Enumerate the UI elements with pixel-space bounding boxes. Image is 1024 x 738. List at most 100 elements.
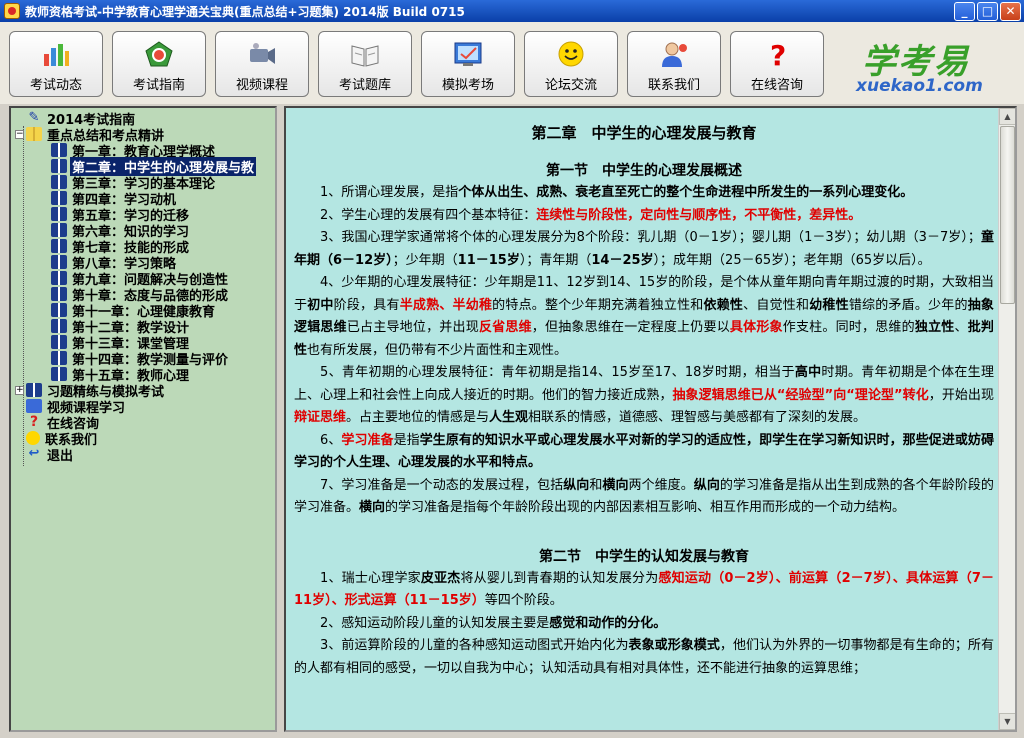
toolbar: 考试动态 考试指南 视频课程 考试题库 模拟考场 论坛交流 联系我们 ? 在线咨… [0, 22, 1024, 104]
text-run: 也有所发展，但仍带有不少片面性和主观性。 [307, 342, 568, 358]
text-run: 将从婴儿到青春期的认知发展分为 [460, 570, 659, 586]
video-icon [26, 399, 42, 413]
scroll-down-arrow[interactable]: ▼ [999, 713, 1015, 730]
text-run: 7、学习准备是一个动态的发展过程，包括 [320, 477, 564, 493]
text-run: ；少年期（ [392, 252, 458, 268]
highlight-text: 抽象逻辑思维已从“经验型”向“理论型”转化 [672, 387, 929, 403]
open-book-icon [348, 38, 382, 70]
toolbar-button-forum[interactable]: 论坛交流 [524, 31, 618, 97]
document-body: 第二章 中学生的心理发展与教育 第一节 中学生的心理发展概述 1、所谓心理发展，是… [294, 116, 994, 680]
toolbar-button-video-course[interactable]: 视频课程 [215, 31, 309, 97]
toolbar-label: 模拟考场 [441, 78, 494, 93]
bold-text: 依赖性 [703, 297, 744, 313]
text-run: 是指 [393, 432, 420, 448]
bold-text: 人生观 [489, 410, 529, 425]
book-icon [51, 143, 67, 157]
toolbar-label: 考试动态 [29, 78, 82, 93]
text-run: 6、 [320, 432, 342, 448]
tree-expander[interactable]: − [15, 129, 24, 139]
book-icon [51, 159, 67, 173]
text-run: 2、感知运动阶段儿童的认知发展主要是 [320, 615, 550, 631]
toolbar-label: 联系我们 [647, 78, 700, 93]
exit-icon: ↩ [28, 446, 40, 461]
bold-text: 幼稚性 [809, 297, 849, 313]
toolbar-label: 在线咨询 [750, 78, 803, 93]
toolbar-button-question-bank[interactable]: 考试题库 [318, 31, 412, 97]
book-icon [51, 255, 67, 269]
chapter-title: 第二章 中学生的心理发展与教育 [531, 124, 757, 142]
paragraph: 5、青年初期的心理发展特征：青年初期是指14、15岁至17、18岁时期，相当于高… [294, 362, 994, 430]
bold-text: 14－25岁 [591, 252, 654, 268]
compass-icon [142, 38, 176, 70]
text-run: 3、我国心理学家通常将个体的心理发展分为8个阶段：乳儿期（0－1岁）；婴儿期（1… [320, 230, 981, 245]
toolbar-label: 论坛交流 [544, 78, 597, 93]
highlight-text: 半成熟、半幼稚 [399, 297, 493, 313]
vertical-scrollbar[interactable]: ▲ ▼ [998, 108, 1015, 730]
text-run: 3、前运算阶段的儿童的各种感知运动图式开始内化为 [320, 638, 629, 653]
bold-text: 横向 [359, 500, 386, 515]
text-run: ，但抽象思维在一定程度上仍要以 [531, 320, 730, 335]
bold-text: 纵向 [563, 477, 590, 493]
app-icon [4, 3, 20, 19]
section-heading: 第一节 中学生的心理发展概述 [546, 163, 742, 179]
window-controls: _ □ ✕ [954, 2, 1021, 21]
title-bar: 教师资格考试-中学教育心理学通关宝典(重点总结+习题集) 2014版 Build… [0, 0, 1024, 22]
maximize-button[interactable]: □ [977, 2, 998, 21]
book-icon [51, 335, 67, 349]
bold-text: 初中 [307, 297, 334, 313]
section-heading: 第二节 中学生的认知发展与教育 [539, 548, 749, 565]
tree-item[interactable]: ↩ 退出 [15, 446, 75, 464]
bold-text: 11－15岁 [457, 252, 520, 268]
bold-text: 纵向 [693, 477, 720, 493]
bar-chart-icon [39, 38, 73, 70]
text-run: 5、青年初期的心理发展特征：青年初期是指14、15岁至17、18岁时期，相当于 [320, 365, 795, 380]
svg-text:?: ? [770, 40, 786, 68]
bold-text: 高中 [794, 365, 822, 380]
toolbar-button-exam-news[interactable]: 考试动态 [9, 31, 103, 97]
bold-text: 表象或形象模式 [628, 638, 720, 653]
text-run: ）；成年期（25－65岁）；老年期（65岁以后）。 [653, 252, 931, 268]
text-run: 作支柱。同时，思维的 [782, 320, 915, 335]
book-icon [51, 239, 67, 253]
book-icon [51, 175, 67, 189]
bold-text: 横向 [602, 477, 629, 493]
book-icon [26, 383, 42, 397]
site-logo: 学考易 xuekao1.com [848, 32, 1008, 96]
toolbar-button-mock-exam[interactable]: 模拟考场 [421, 31, 515, 97]
toolbar-button-contact-us[interactable]: 联系我们 [627, 31, 721, 97]
toolbar-button-exam-guide[interactable]: 考试指南 [112, 31, 206, 97]
toolbar-button-online-consult[interactable]: ? 在线咨询 [730, 31, 824, 97]
text-run: 等四个阶段。 [484, 593, 563, 608]
toolbar-label: 视频课程 [235, 78, 288, 93]
paragraph: 1、瑞士心理学家皮亚杰将从婴儿到青春期的认知发展分为感知运动（0－2岁）、前运算… [294, 568, 994, 613]
navigation-tree[interactable]: ✎ 2014考试指南 − 重点总结和考点精讲 第一章：教育心理学概述 第二章：中学生的心理… [9, 106, 277, 732]
question-mark-icon: ? [760, 38, 794, 70]
text-run: 错综的矛盾。少年的 [848, 297, 968, 313]
scroll-thumb[interactable] [1000, 126, 1015, 304]
book-icon [51, 191, 67, 205]
toolbar-label: 考试指南 [132, 78, 185, 93]
text-run: 已占主导地位，并出现 [346, 320, 479, 335]
toolbar-label: 考试题库 [338, 78, 391, 93]
paragraph: 1、所谓心理发展，是指个体从出生、成熟、衰老直至死亡的整个生命进程中所发生的一系… [294, 182, 994, 205]
book-icon [51, 207, 67, 221]
text-run: ）；青年期（ [519, 252, 592, 268]
highlight-text: 连续性与阶段性，定向性与顺序性，不平衡性，差异性。 [536, 207, 862, 223]
tree-expander[interactable]: + [15, 385, 24, 395]
guide-icon: ✎ [28, 110, 40, 125]
book-icon [51, 351, 67, 365]
bold-text: 个体从出生、成熟、衰老直至死亡的整个生命进程中所发生的一系列心理变化。 [458, 185, 914, 200]
bold-text: 感觉和动作的分化。 [549, 615, 667, 631]
window-title: 教师资格考试-中学教育心理学通关宝典(重点总结+习题集) 2014版 Build… [25, 4, 465, 19]
book-icon [51, 271, 67, 285]
content-panel[interactable]: 第二章 中学生的心理发展与教育 第一节 中学生的心理发展概述 1、所谓心理发展，是… [284, 106, 1017, 732]
highlight-text: 学习准备 [341, 432, 394, 448]
text-run: 阶段，具有 [333, 297, 400, 313]
smiley-icon [26, 431, 40, 445]
scroll-up-arrow[interactable]: ▲ [999, 108, 1015, 125]
highlight-text: 辩证思维 [294, 410, 347, 425]
text-run: 。占主要地位的情感是与 [346, 410, 490, 425]
close-button[interactable]: ✕ [1000, 2, 1021, 21]
minimize-button[interactable]: _ [954, 2, 975, 21]
exam-screen-icon [451, 38, 485, 70]
